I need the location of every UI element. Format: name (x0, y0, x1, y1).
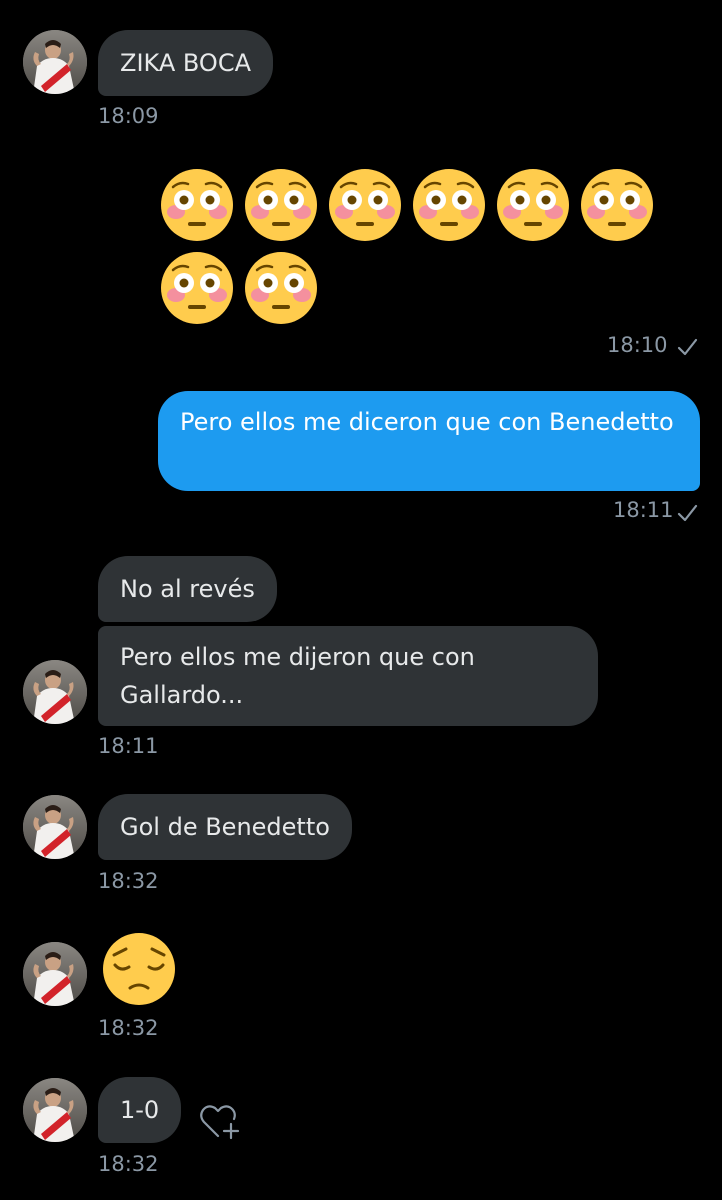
flushed-face-emoji (412, 168, 486, 242)
flushed-face-emoji (244, 251, 318, 325)
flushed-face-emoji (496, 168, 570, 242)
pensive-face-emoji[interactable] (102, 932, 176, 1006)
message-timestamp: 18:09 (98, 104, 159, 128)
sent-check-icon (676, 502, 698, 524)
avatar[interactable] (23, 942, 87, 1006)
message-text: ZIKA BOCA (120, 49, 251, 77)
flushed-face-emoji (328, 168, 402, 242)
message-bubble-outgoing[interactable]: Pero ellos me diceron que con Benedetto (158, 391, 700, 491)
message-bubble-incoming[interactable]: No al revés (98, 556, 277, 622)
flushed-face-emoji (580, 168, 654, 242)
message-text: 1-0 (120, 1096, 160, 1124)
user-avatar-image (23, 660, 87, 724)
message-bubble-incoming[interactable]: Pero ellos me dijeron que con Gallardo..… (98, 626, 598, 726)
message-timestamp: 18:10 (607, 333, 668, 357)
avatar[interactable] (23, 1078, 87, 1142)
user-avatar-image (23, 1078, 87, 1142)
message-timestamp: 18:32 (98, 1152, 159, 1176)
user-avatar-image (23, 795, 87, 859)
message-text: Gol de Benedetto (120, 813, 330, 841)
message-bubble-incoming[interactable]: Gol de Benedetto (98, 794, 352, 860)
message-timestamp: 18:32 (98, 869, 159, 893)
flushed-face-emoji (244, 168, 318, 242)
message-timestamp: 18:32 (98, 1016, 159, 1040)
message-bubble-incoming[interactable]: ZIKA BOCA (98, 30, 273, 96)
flushed-face-emoji (160, 168, 234, 242)
message-timestamp: 18:11 (613, 498, 674, 522)
user-avatar-image (23, 30, 87, 94)
sent-check-icon (676, 336, 698, 358)
message-bubble-incoming[interactable]: 1-0 (98, 1077, 182, 1143)
add-reaction-icon[interactable] (198, 1102, 242, 1142)
avatar[interactable] (23, 30, 87, 94)
message-text: Pero ellos me dijeron que con Gallardo..… (120, 643, 483, 709)
avatar[interactable] (23, 660, 87, 724)
user-avatar-image (23, 942, 87, 1006)
flushed-face-emoji (160, 251, 234, 325)
message-text: No al revés (120, 575, 255, 603)
message-text: Pero ellos me diceron que con Benedetto (180, 408, 674, 436)
avatar[interactable] (23, 795, 87, 859)
message-timestamp: 18:11 (98, 734, 159, 758)
